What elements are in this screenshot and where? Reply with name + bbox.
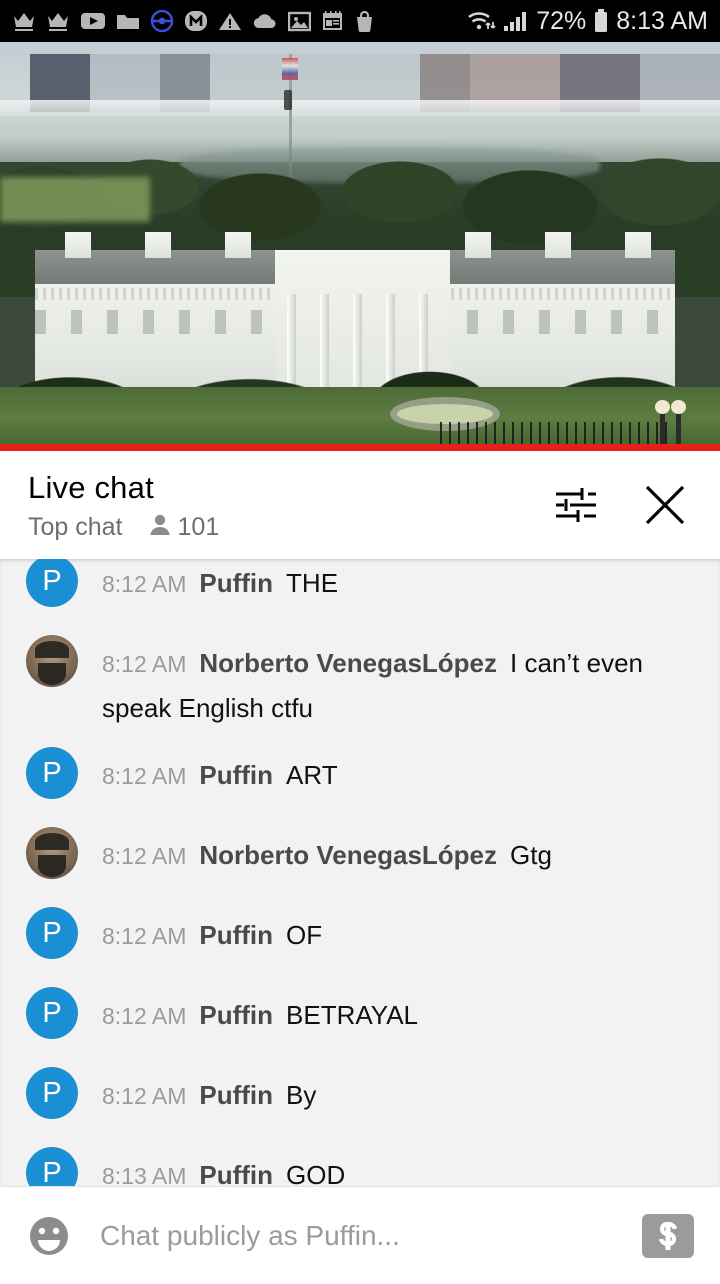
person-icon bbox=[149, 513, 171, 542]
chat-message-timestamp: 8:12 AM bbox=[102, 843, 187, 869]
chat-message[interactable]: P 8:13 AM Puffin GOD bbox=[0, 1133, 720, 1186]
youtube-icon bbox=[80, 11, 106, 31]
video-left-lawn bbox=[0, 177, 150, 222]
chat-message-text: OF bbox=[286, 920, 323, 950]
chat-message-timestamp: 8:12 AM bbox=[102, 763, 187, 789]
clock-label: 8:13 AM bbox=[616, 6, 708, 35]
chat-input[interactable] bbox=[72, 1219, 642, 1252]
live-chat-titles: Live chat Top chat 101 bbox=[28, 469, 552, 542]
chat-message[interactable]: P 8:12 AM Puffin OF bbox=[0, 893, 720, 973]
video-progress-bar[interactable] bbox=[0, 444, 720, 451]
chat-message[interactable]: 8:12 AM Norberto VenegasLópez Gtg bbox=[0, 813, 720, 893]
status-bar: 72% 8:13 AM bbox=[0, 0, 720, 42]
chat-message-timestamp: 8:12 AM bbox=[102, 1003, 187, 1029]
pokeball-icon bbox=[150, 9, 174, 33]
chat-message-timestamp: 8:12 AM bbox=[102, 923, 187, 949]
video-flag bbox=[282, 58, 298, 80]
video-player[interactable] bbox=[0, 42, 720, 451]
status-bar-notification-icons bbox=[12, 9, 466, 33]
m-app-icon bbox=[184, 9, 208, 33]
chat-message-body: 8:12 AM Puffin ART bbox=[78, 733, 698, 800]
status-bar-system-icons: 72% 8:13 AM bbox=[466, 7, 708, 36]
chat-message-author[interactable]: Norberto VenegasLópez bbox=[199, 648, 497, 678]
video-lamp-post bbox=[671, 400, 686, 444]
chat-message-text: GOD bbox=[286, 1160, 346, 1186]
avatar[interactable] bbox=[26, 827, 78, 879]
chat-message-text: Gtg bbox=[510, 840, 552, 870]
signal-icon bbox=[503, 10, 529, 32]
chat-message-text: BETRAYAL bbox=[286, 1000, 419, 1030]
chat-input-bar bbox=[0, 1186, 720, 1284]
chat-message[interactable]: P 8:12 AM Puffin ART bbox=[0, 733, 720, 813]
chat-message-body: 8:12 AM Norberto VenegasLópez Gtg bbox=[78, 813, 698, 880]
chat-message-body: 8:12 AM Puffin THE bbox=[78, 559, 698, 608]
live-chat-header-actions bbox=[552, 482, 692, 528]
crown-icon bbox=[46, 10, 70, 32]
avatar[interactable]: P bbox=[26, 1147, 78, 1186]
chat-message-text: THE bbox=[286, 568, 339, 598]
chat-message-author[interactable]: Puffin bbox=[199, 1160, 273, 1186]
chat-message-timestamp: 8:12 AM bbox=[102, 1083, 187, 1109]
superchat-button[interactable] bbox=[642, 1213, 694, 1258]
chat-message-body: 8:13 AM Puffin GOD bbox=[78, 1133, 698, 1186]
chat-message-author[interactable]: Puffin bbox=[199, 568, 273, 598]
chat-message-author[interactable]: Puffin bbox=[199, 920, 273, 950]
video-horizon-band bbox=[0, 100, 720, 116]
folder-icon bbox=[116, 11, 140, 31]
photo-icon bbox=[288, 11, 311, 32]
avatar[interactable]: P bbox=[26, 987, 78, 1039]
avatar[interactable] bbox=[26, 635, 78, 687]
chat-message-list[interactable]: P 8:12 AM Puffin THE 8:12 AM Norberto Venegas… bbox=[0, 559, 720, 1186]
calendar-icon bbox=[321, 10, 344, 32]
page-title: Live chat bbox=[28, 469, 154, 505]
smiley-icon[interactable] bbox=[26, 1213, 72, 1259]
chat-message[interactable]: 8:12 AM Norberto VenegasLópez I can’t even… bbox=[0, 621, 720, 733]
chat-settings-icon[interactable] bbox=[552, 484, 598, 526]
live-chat-header: Live chat Top chat 101 bbox=[0, 451, 720, 559]
wifi-icon bbox=[466, 9, 496, 33]
chat-message-text: ART bbox=[286, 760, 338, 790]
live-chat-subheader: Top chat 101 bbox=[28, 513, 552, 542]
video-lamp-post bbox=[655, 400, 670, 444]
chat-message-body: 8:12 AM Puffin By bbox=[78, 1053, 698, 1120]
avatar[interactable]: P bbox=[26, 559, 78, 607]
warning-triangle-icon bbox=[218, 11, 242, 32]
chat-mode-label[interactable]: Top chat bbox=[28, 513, 123, 542]
chat-message-timestamp: 8:12 AM bbox=[102, 571, 187, 597]
chat-message-author[interactable]: Puffin bbox=[199, 1080, 273, 1110]
avatar[interactable]: P bbox=[26, 1067, 78, 1119]
close-icon[interactable] bbox=[642, 482, 688, 528]
chat-message-author[interactable]: Norberto VenegasLópez bbox=[199, 840, 497, 870]
chat-message-body: 8:12 AM Puffin OF bbox=[78, 893, 698, 960]
viewer-count-label: 101 bbox=[177, 512, 220, 541]
avatar[interactable]: P bbox=[26, 907, 78, 959]
chat-message[interactable]: P 8:12 AM Puffin THE bbox=[0, 559, 720, 621]
chat-message-timestamp: 8:13 AM bbox=[102, 1163, 187, 1186]
shopping-bag-icon bbox=[354, 10, 375, 32]
chat-message[interactable]: P 8:12 AM Puffin By bbox=[0, 1053, 720, 1133]
battery-icon bbox=[593, 9, 609, 33]
crown-icon bbox=[12, 10, 36, 32]
chat-message-body: 8:12 AM Puffin BETRAYAL bbox=[78, 973, 698, 1040]
chat-message-author[interactable]: Puffin bbox=[199, 760, 273, 790]
chat-message[interactable]: P 8:12 AM Puffin BETRAYAL bbox=[0, 973, 720, 1053]
avatar[interactable]: P bbox=[26, 747, 78, 799]
chat-message-author[interactable]: Puffin bbox=[199, 1000, 273, 1030]
viewer-count: 101 bbox=[149, 512, 220, 542]
video-flag-shadow bbox=[284, 90, 292, 110]
chat-message-body: 8:12 AM Norberto VenegasLópez I can’t even… bbox=[78, 621, 698, 733]
chat-message-text: By bbox=[286, 1080, 317, 1110]
cloud-icon bbox=[252, 13, 278, 30]
chat-message-timestamp: 8:12 AM bbox=[102, 651, 187, 677]
battery-percent-label: 72% bbox=[536, 6, 587, 35]
